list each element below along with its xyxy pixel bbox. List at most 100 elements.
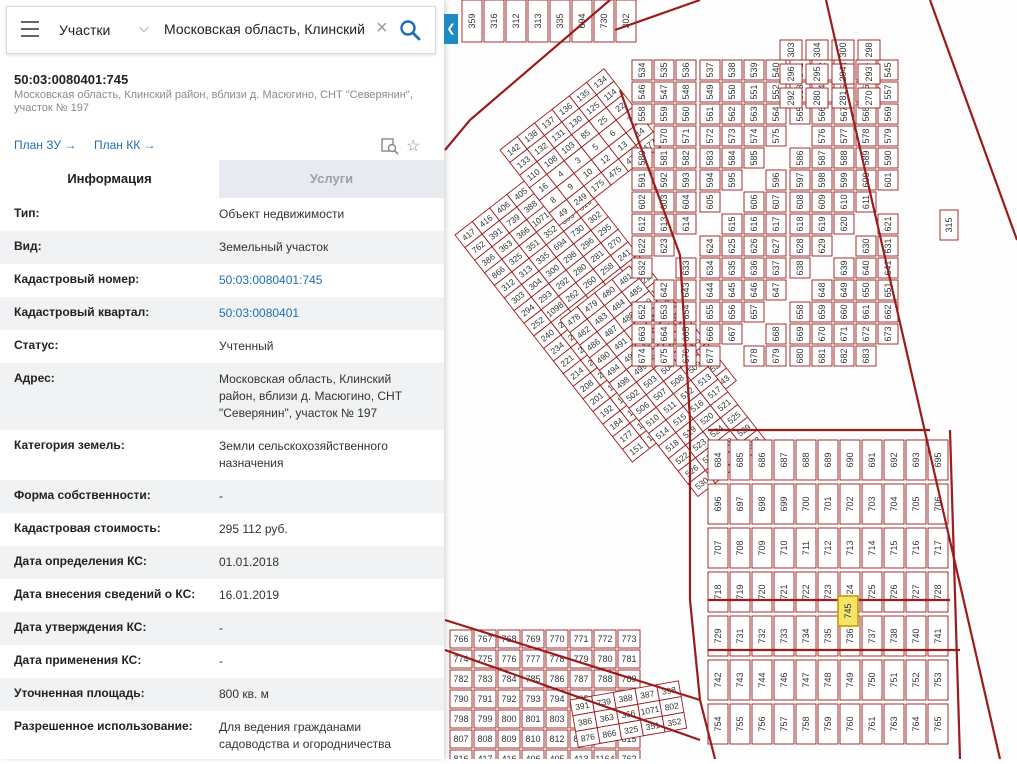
parcel[interactable]: 536 <box>675 59 697 81</box>
plan-kk-link[interactable]: План КК → <box>94 138 156 152</box>
parcel[interactable]: 571 <box>675 125 697 147</box>
parcel[interactable]: 1164 <box>593 749 617 764</box>
parcel[interactable]: 610 <box>833 191 855 213</box>
parcel[interactable]: 712 <box>817 527 839 569</box>
parcel[interactable]: 591 <box>631 169 653 191</box>
parcel[interactable]: 748 <box>817 659 839 701</box>
parcel[interactable]: 798 <box>449 709 473 729</box>
parcel[interactable]: 303 <box>779 39 803 61</box>
parcel[interactable]: 694 <box>571 0 593 43</box>
parcel[interactable]: 642 <box>653 279 675 301</box>
parcel[interactable]: 646 <box>743 279 765 301</box>
parcel[interactable]: 781 <box>617 649 641 669</box>
parcel[interactable]: 629 <box>811 235 833 257</box>
parcel[interactable]: 750 <box>861 659 883 701</box>
parcel[interactable]: 562 <box>721 103 743 125</box>
parcel[interactable]: 587 <box>811 147 833 169</box>
parcel[interactable]: 634 <box>699 257 721 279</box>
parcel[interactable]: 708 <box>729 527 751 569</box>
parcel[interactable]: 586 <box>789 147 811 169</box>
parcel[interactable]: 589 <box>855 147 877 169</box>
parcel[interactable]: 644 <box>699 279 721 301</box>
parcel[interactable]: 650 <box>855 279 877 301</box>
parcel[interactable]: 625 <box>721 235 743 257</box>
zoom-to-object-icon[interactable] <box>381 137 399 155</box>
parcel[interactable]: 803 <box>545 709 569 729</box>
parcel[interactable]: 773 <box>617 629 641 649</box>
parcel[interactable]: 316 <box>483 0 505 43</box>
parcel[interactable]: 726 <box>883 571 905 613</box>
parcel[interactable]: 617 <box>765 213 787 235</box>
parcel[interactable]: 280 <box>805 87 829 109</box>
parcel[interactable]: 799 <box>473 709 497 729</box>
parcel[interactable]: 715 <box>883 527 905 569</box>
parcel[interactable]: 760 <box>839 703 861 745</box>
parcel[interactable]: 690 <box>839 439 861 481</box>
parcel[interactable]: 721 <box>773 571 795 613</box>
parcel[interactable]: 298 <box>857 39 881 61</box>
parcel[interactable]: 692 <box>883 439 905 481</box>
parcel[interactable]: 549 <box>699 81 721 103</box>
parcel[interactable]: 648 <box>811 279 833 301</box>
parcel[interactable]: 728 <box>927 571 949 613</box>
parcel[interactable]: 787 <box>569 669 593 689</box>
parcel[interactable]: 585 <box>743 147 765 169</box>
parcel[interactable]: 582 <box>675 147 697 169</box>
parcel[interactable]: 598 <box>811 169 833 191</box>
parcel[interactable]: 608 <box>789 191 811 213</box>
parcel[interactable]: 560 <box>675 103 697 125</box>
parcel[interactable]: 675 <box>653 345 675 367</box>
parcel[interactable]: 719 <box>729 571 751 613</box>
parcel[interactable]: 812 <box>545 729 569 749</box>
parcel[interactable]: 619 <box>811 213 833 235</box>
parcel[interactable]: 595 <box>721 169 743 191</box>
parcel[interactable]: 606 <box>743 191 765 213</box>
parcel[interactable]: 563 <box>743 103 765 125</box>
clear-icon[interactable]: × <box>376 18 388 38</box>
parcel[interactable]: 660 <box>833 301 855 323</box>
parcel[interactable]: 759 <box>817 703 839 745</box>
parcel[interactable]: 697 <box>729 483 751 525</box>
parcel[interactable]: 405 <box>545 749 569 764</box>
parcel[interactable]: 679 <box>765 345 787 367</box>
parcel[interactable]: 548 <box>675 81 697 103</box>
parcel[interactable]: 547 <box>653 81 675 103</box>
parcel[interactable]: 630 <box>855 235 877 257</box>
parcel[interactable]: 753 <box>927 659 949 701</box>
parcel[interactable]: 763 <box>883 703 905 745</box>
parcel[interactable]: 593 <box>675 169 697 191</box>
parcel[interactable]: 678 <box>743 345 765 367</box>
parcel[interactable]: 537 <box>699 59 721 81</box>
parcel[interactable]: 751 <box>883 659 905 701</box>
parcel[interactable]: 687 <box>773 439 795 481</box>
parcel[interactable]: 293 <box>857 63 881 85</box>
parcel[interactable]: 770 <box>545 629 569 649</box>
parcel[interactable]: 783 <box>473 669 497 689</box>
parcel[interactable]: 574 <box>743 125 765 147</box>
parcel[interactable]: 713 <box>839 527 861 569</box>
parcel[interactable]: 688 <box>795 439 817 481</box>
parcel[interactable]: 558 <box>631 103 653 125</box>
parcel[interactable]: 302 <box>615 0 637 43</box>
parcel[interactable]: 296 <box>779 63 803 85</box>
parcel[interactable]: 584 <box>721 147 743 169</box>
parcel[interactable]: 539 <box>743 59 765 81</box>
parcel[interactable]: 775 <box>473 649 497 669</box>
parcel[interactable]: 304 <box>805 39 829 61</box>
parcel[interactable]: 693 <box>905 439 927 481</box>
parcel[interactable]: 684 <box>707 439 729 481</box>
parcel[interactable]: 747 <box>795 659 817 701</box>
parcel[interactable]: 601 <box>877 169 899 191</box>
parcel[interactable]: 766 <box>449 629 473 649</box>
info-row-value-link[interactable]: 50:03:0080401:745 <box>219 272 429 289</box>
parcel[interactable]: 754 <box>707 703 729 745</box>
parcel[interactable]: 810 <box>521 729 545 749</box>
parcel[interactable]: 702 <box>839 483 861 525</box>
parcel[interactable]: 658 <box>789 301 811 323</box>
parcel[interactable]: 722 <box>795 571 817 613</box>
parcel[interactable]: 602 <box>631 191 653 213</box>
parcel[interactable]: 623 <box>653 235 675 257</box>
parcel[interactable]: 295 <box>805 63 829 85</box>
tab-info[interactable]: Информация <box>0 160 219 198</box>
parcel[interactable]: 624 <box>699 235 721 257</box>
